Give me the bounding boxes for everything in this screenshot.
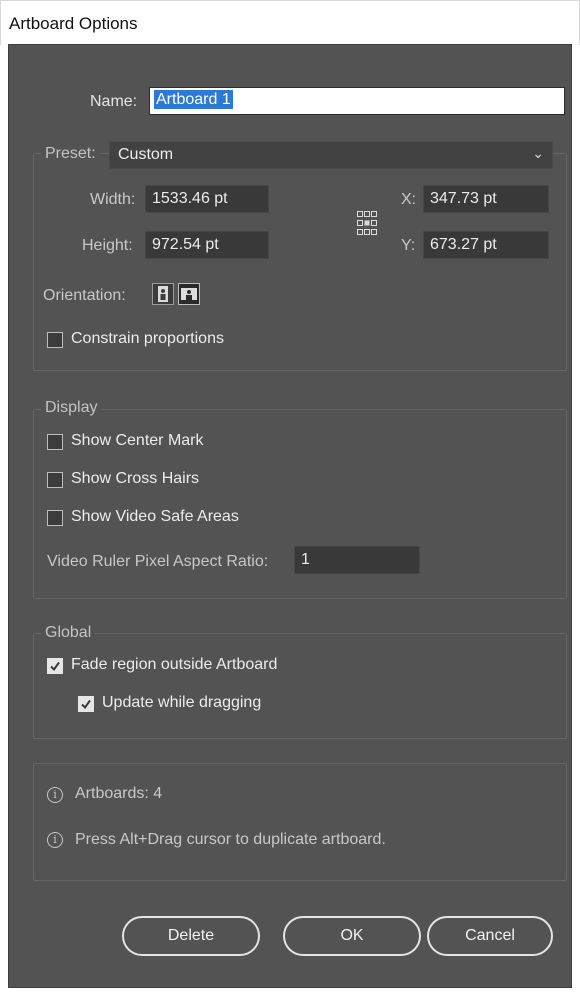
cancel-button[interactable]: Cancel [427,916,553,956]
update-while-dragging-checkbox[interactable] [78,696,94,712]
info-icon: i [47,832,63,848]
chevron-down-icon: ⌄ [532,145,544,161]
show-video-safe-areas-checkbox[interactable] [47,510,63,526]
show-center-mark-label: Show Center Mark [71,432,204,449]
height-input[interactable]: 972.54 pt [145,231,269,259]
artboard-options-dialog: Name: Artboard 1 Preset: Custom ⌄ Width:… [8,44,572,988]
info-icon: i [47,787,63,803]
name-input[interactable]: Artboard 1 [149,87,565,115]
pixel-aspect-ratio-label: Video Ruler Pixel Aspect Ratio: [47,553,269,570]
show-cross-hairs-label: Show Cross Hairs [71,470,200,487]
y-label: Y: [401,237,416,254]
width-label: Width: [90,191,136,208]
constrain-proportions-checkbox[interactable] [47,332,63,348]
x-input[interactable]: 347.73 pt [423,185,549,213]
y-input[interactable]: 673.27 pt [423,231,549,259]
info-group [33,763,567,881]
width-input[interactable]: 1533.46 pt [145,185,269,213]
display-group-title: Display [41,399,102,417]
preset-select-value: Custom [118,146,174,163]
ok-button[interactable]: OK [283,916,421,956]
landscape-orientation-icon [181,288,197,300]
preset-select[interactable]: Custom ⌄ [109,141,553,169]
window-title: Artboard Options [9,14,138,33]
fade-region-checkbox[interactable] [47,658,63,674]
checkmark-icon [50,661,60,672]
constrain-proportions-label: Constrain proportions [71,330,224,347]
name-label: Name: [90,93,138,110]
pixel-aspect-ratio-input[interactable]: 1 [294,546,420,574]
global-group-title: Global [41,624,96,642]
portrait-orientation-button[interactable] [152,283,174,305]
fade-region-label: Fade region outside Artboard [71,656,278,673]
landscape-orientation-button[interactable] [178,283,200,305]
title-bar: Artboard Options [0,0,580,45]
x-label: X: [401,191,417,208]
portrait-orientation-icon [158,286,168,302]
artboards-count: Artboards: 4 [75,785,163,802]
delete-button[interactable]: Delete [122,916,260,956]
show-video-safe-areas-label: Show Video Safe Areas [71,508,239,525]
preset-label: Preset: [41,145,100,163]
show-cross-hairs-checkbox[interactable] [47,472,63,488]
global-group [33,633,567,739]
duplicate-hint: Press Alt+Drag cursor to duplicate artbo… [75,831,386,848]
show-center-mark-checkbox[interactable] [47,434,63,450]
orientation-label: Orientation: [43,287,126,304]
update-while-dragging-label: Update while dragging [102,694,262,711]
reference-point-icon[interactable] [356,209,378,237]
name-input-value: Artboard 1 [154,90,233,109]
height-label: Height: [82,237,133,254]
checkmark-icon [81,699,91,710]
